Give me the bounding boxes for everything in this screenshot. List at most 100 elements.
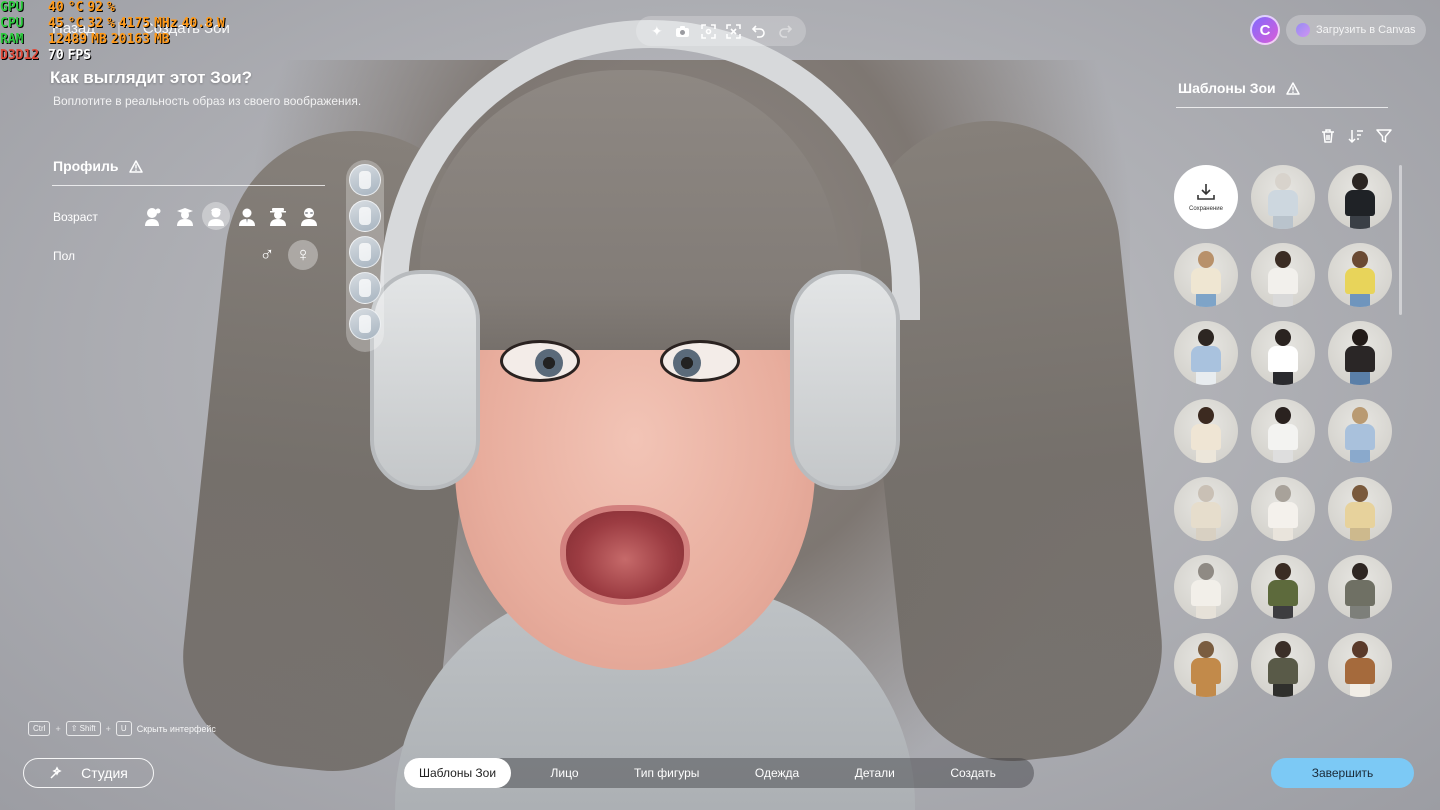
tab-face[interactable]: Лицо: [535, 758, 595, 788]
template-figure-top: [1345, 190, 1375, 216]
age-adult-icon[interactable]: [233, 202, 261, 230]
template-figure-head: [1352, 485, 1368, 502]
age-elder-icon[interactable]: [295, 202, 323, 230]
template-figure-head: [1352, 641, 1368, 658]
filter-icon[interactable]: [1374, 126, 1394, 146]
template-thumbnail[interactable]: [1174, 633, 1238, 697]
template-figure-head: [1352, 407, 1368, 424]
template-figure-bottom: [1196, 605, 1216, 619]
male-icon[interactable]: ♂: [252, 240, 282, 270]
warning-icon[interactable]: [1285, 81, 1300, 95]
age-middle-aged-icon[interactable]: [264, 202, 292, 230]
studio-button[interactable]: Студия: [23, 758, 154, 788]
outfit-socks-thumb[interactable]: [349, 236, 381, 268]
template-figure-bottom: [1273, 527, 1293, 541]
template-figure-top: [1191, 424, 1221, 450]
age-selector: [140, 202, 323, 230]
template-figure-top: [1268, 658, 1298, 684]
template-thumbnail[interactable]: [1328, 321, 1392, 385]
template-thumbnail[interactable]: [1251, 399, 1315, 463]
headphones-earcup-right: [790, 270, 900, 490]
template-figure-head: [1275, 641, 1291, 658]
template-thumbnail[interactable]: [1251, 555, 1315, 619]
profile-divider: [52, 185, 325, 186]
template-figure-bottom: [1196, 527, 1216, 541]
overlay-ram-row: RAM 12489 MB 20163 MB: [0, 32, 170, 47]
canvas-logo-icon[interactable]: C: [1250, 15, 1280, 45]
character-mouth: [560, 505, 690, 605]
template-figure-top: [1191, 268, 1221, 294]
template-figure-head: [1198, 329, 1214, 346]
hide-ui-label: Скрыть интерфейс: [136, 723, 216, 734]
redo-icon[interactable]: [775, 21, 795, 41]
character-eye-left: [500, 340, 580, 382]
finish-button[interactable]: Завершить: [1271, 758, 1414, 788]
template-thumbnail[interactable]: [1174, 321, 1238, 385]
template-thumbnail[interactable]: [1251, 633, 1315, 697]
sort-icon[interactable]: [1346, 126, 1366, 146]
sparkle-icon[interactable]: ✦: [647, 21, 667, 41]
magic-wand-icon: [50, 766, 62, 779]
template-figure-bottom: [1350, 293, 1370, 307]
age-student-icon[interactable]: [171, 202, 199, 230]
age-young-adult-icon[interactable]: [202, 202, 230, 230]
template-thumbnail[interactable]: [1174, 243, 1238, 307]
save-template-label: Сохранение: [1189, 206, 1223, 212]
camera-icon[interactable]: [672, 21, 692, 41]
template-thumbnail[interactable]: [1174, 555, 1238, 619]
template-figure-bottom: [1273, 683, 1293, 697]
template-thumbnail[interactable]: [1251, 165, 1315, 229]
template-figure-bottom: [1350, 527, 1370, 541]
templates-divider: [1176, 107, 1388, 108]
template-figure-bottom: [1273, 293, 1293, 307]
focus-icon[interactable]: [698, 21, 718, 41]
template-figure-bottom: [1350, 449, 1370, 463]
outfit-bottom-thumb[interactable]: [349, 200, 381, 232]
template-thumbnail[interactable]: [1328, 399, 1392, 463]
tab-body-type[interactable]: Тип фигуры: [618, 758, 715, 788]
template-figure-bottom: [1273, 605, 1293, 619]
outfit-top-thumb[interactable]: [349, 164, 381, 196]
template-figure-head: [1198, 485, 1214, 502]
outfit-headphones-thumb[interactable]: [349, 308, 381, 340]
upload-to-canvas-button[interactable]: Загрузить в Canvas: [1286, 15, 1426, 45]
warning-icon[interactable]: [128, 159, 143, 173]
template-figure-top: [1268, 424, 1298, 450]
template-figure-head: [1352, 173, 1368, 190]
template-thumbnail[interactable]: [1174, 477, 1238, 541]
template-figure-head: [1275, 251, 1291, 268]
templates-scrollbar[interactable]: [1399, 165, 1402, 315]
ctrl-key: Ctrl: [28, 721, 51, 736]
tab-clothing[interactable]: Одежда: [739, 758, 815, 788]
face-scan-icon[interactable]: [724, 21, 744, 41]
template-thumbnail[interactable]: [1328, 243, 1392, 307]
tab-create[interactable]: Создать: [934, 758, 1012, 788]
templates-grid: Сохранение: [1174, 165, 1396, 697]
trash-icon[interactable]: [1318, 126, 1338, 146]
outfit-shoes-thumb[interactable]: [349, 272, 381, 304]
template-thumbnail[interactable]: [1251, 243, 1315, 307]
template-thumbnail[interactable]: [1328, 477, 1392, 541]
template-figure-top: [1268, 346, 1298, 372]
template-thumbnail[interactable]: [1251, 321, 1315, 385]
template-thumbnail[interactable]: [1174, 399, 1238, 463]
template-thumbnail[interactable]: [1251, 477, 1315, 541]
template-thumbnail[interactable]: [1328, 165, 1392, 229]
canvas-small-icon: [1296, 23, 1310, 37]
tab-details[interactable]: Детали: [839, 758, 911, 788]
template-thumbnail[interactable]: [1328, 555, 1392, 619]
undo-icon[interactable]: [749, 21, 769, 41]
template-figure-top: [1191, 658, 1221, 684]
character-eye-right: [660, 340, 740, 382]
hide-ui-shortcut: Ctrl + ⇧ Shift + U Скрыть интерфейс: [28, 721, 216, 736]
age-baby-icon[interactable]: [140, 202, 168, 230]
template-figure-bottom: [1350, 683, 1370, 697]
tab-templates[interactable]: Шаблоны Зои: [404, 758, 512, 788]
upload-to-canvas-label: Загрузить в Canvas: [1316, 24, 1416, 36]
female-icon[interactable]: ♀: [288, 240, 318, 270]
template-figure-bottom: [1350, 215, 1370, 229]
save-template-button[interactable]: Сохранение: [1174, 165, 1238, 229]
u-key: U: [115, 721, 132, 736]
template-figure-bottom: [1196, 449, 1216, 463]
template-thumbnail[interactable]: [1328, 633, 1392, 697]
